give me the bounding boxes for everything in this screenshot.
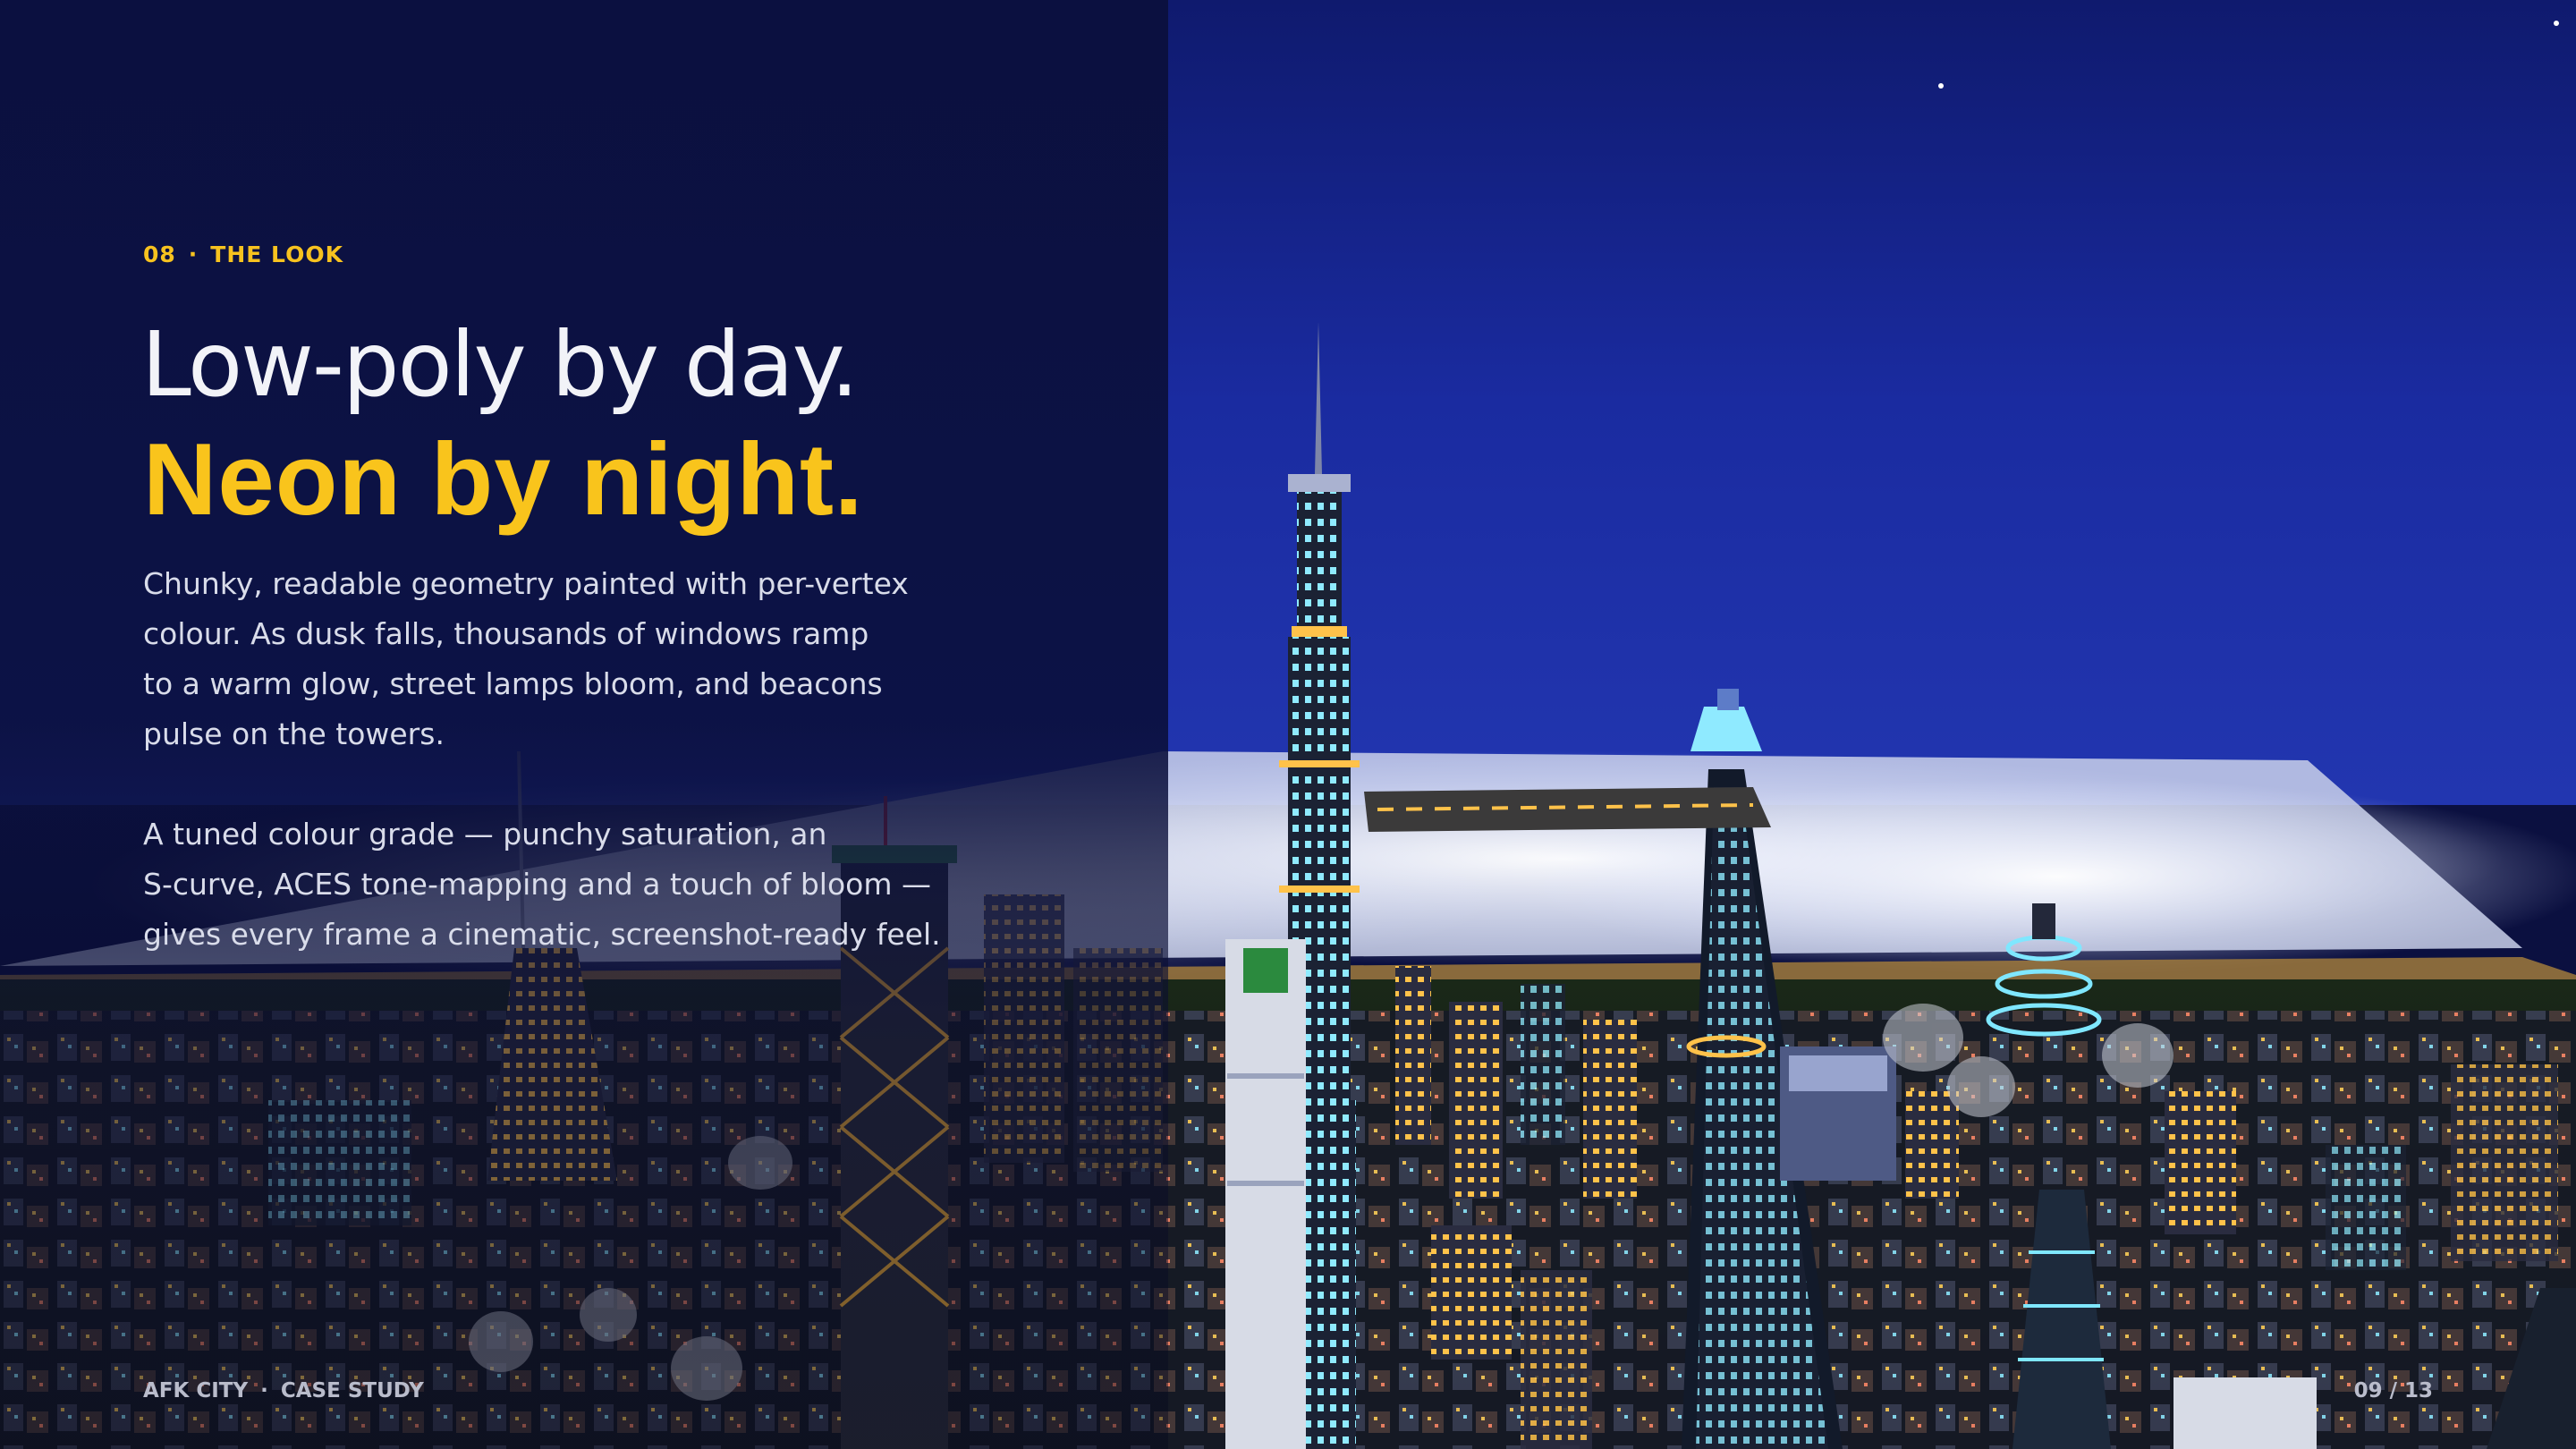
separator-dot: ·: [188, 242, 199, 267]
page-indicator: 09 / 13: [2353, 1379, 2433, 1402]
body-line: pulse on the towers.: [143, 716, 445, 751]
body-line: gives every frame a cinematic, screensho…: [143, 917, 941, 952]
body-line: colour. As dusk falls, thousands of wind…: [143, 616, 869, 651]
body-line: A tuned colour grade — punchy saturation…: [143, 817, 827, 852]
headline-line-1: Low-poly by day.: [141, 312, 859, 417]
footer-brand-name: AFK CITY: [143, 1379, 249, 1402]
slide: 08 · THE LOOK Low-poly by day. Neon by nig…: [0, 0, 2576, 1449]
body-line: S-curve, ACES tone-mapping and a touch o…: [143, 867, 931, 902]
body-line: Chunky, readable geometry painted with p…: [143, 566, 909, 601]
section-eyebrow: 08 · THE LOOK: [143, 242, 343, 267]
separator-dot: ·: [260, 1379, 268, 1402]
headline-line-2: Neon by night.: [143, 423, 864, 537]
section-title: THE LOOK: [210, 242, 343, 267]
section-number: 08: [143, 242, 176, 267]
body-line: to a warm glow, street lamps bloom, and …: [143, 666, 883, 701]
body-paragraph-1: Chunky, readable geometry painted with p…: [143, 559, 948, 759]
footer-label: CASE STUDY: [280, 1379, 424, 1402]
footer-brand: AFK CITY · CASE STUDY: [143, 1379, 424, 1402]
body-paragraph-2: A tuned colour grade — punchy saturation…: [143, 809, 948, 960]
